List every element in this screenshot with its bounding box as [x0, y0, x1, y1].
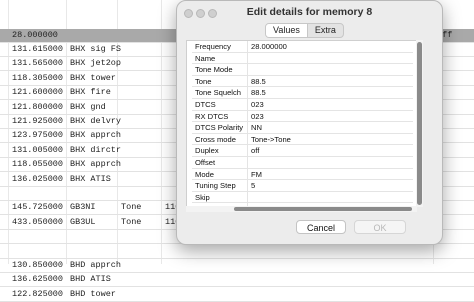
property-row[interactable]: Duplex off [187, 145, 416, 157]
property-value[interactable] [248, 64, 413, 76]
row-name: BHX ATIS [70, 173, 111, 184]
row-name: BHX dirctr [70, 144, 122, 155]
edit-memory-dialog: Edit details for memory 8 Values Extra F… [176, 0, 443, 245]
property-row[interactable]: Tone Mode [187, 64, 416, 76]
row-frequency: 121.600000 [12, 87, 64, 98]
row-name: GB3NI [70, 202, 96, 213]
memory-row[interactable]: 130.850000 BHD apprch [0, 259, 474, 273]
row-tone-mode: Tone [121, 216, 142, 227]
property-row[interactable]: Tone 88.5 [187, 75, 416, 88]
property-row[interactable]: DTCS Polarity NN [187, 122, 416, 134]
property-name: Tuning Step [192, 180, 248, 192]
property-row[interactable]: DTCS 023 [187, 99, 416, 111]
property-value[interactable]: off [248, 145, 413, 157]
row-name: BHD ATIS [70, 274, 111, 285]
property-name: Skip [192, 191, 248, 204]
vertical-scrollbar[interactable] [416, 40, 423, 207]
property-value[interactable] [248, 192, 413, 204]
property-row[interactable]: Tone Squelch 88.5 [187, 87, 416, 99]
property-value[interactable] [248, 157, 413, 169]
property-value[interactable]: 5 [248, 180, 413, 192]
property-name: Cross mode [192, 133, 248, 146]
row-name: BHX jet2op [70, 58, 122, 69]
row-name: BHX apprch [70, 159, 122, 170]
cancel-button[interactable]: Cancel [296, 220, 346, 234]
row-name: BHX gnd [70, 101, 106, 112]
property-row[interactable]: RX DTCS 023 [187, 110, 416, 123]
memory-row[interactable]: 122.825000 BHD tower [0, 288, 474, 302]
property-name: Duplex [192, 145, 248, 157]
property-value[interactable]: 023 [248, 111, 413, 123]
row-frequency: 118.305000 [12, 72, 64, 83]
property-name: DTCS [192, 99, 248, 111]
property-name: Tone [192, 75, 248, 88]
property-value[interactable]: 28.000000 [248, 41, 413, 53]
property-name: DTCS Polarity [192, 122, 248, 134]
properties-table: Frequency 28.000000 Name Tone Mode Tone 88.5 T… [186, 40, 417, 209]
row-frequency: 130.850000 [12, 260, 64, 270]
row-name: BHX sig FS [70, 44, 122, 54]
property-value[interactable] [248, 53, 413, 65]
tab-values[interactable]: Values [266, 24, 308, 37]
property-row[interactable]: Offset [187, 157, 416, 169]
horizontal-scroll-thumb[interactable] [234, 207, 412, 211]
property-name: Offset [192, 157, 248, 169]
row-name: BHD apprch [70, 260, 122, 270]
row-name: BHX fire [70, 87, 111, 98]
row-name: BHX apprch [70, 130, 122, 141]
row-frequency: 121.800000 [12, 101, 64, 112]
dialog-title: Edit details for memory 8 [246, 6, 373, 18]
row-frequency: 122.825000 [12, 288, 64, 299]
property-name: Tone Mode [192, 64, 248, 76]
memory-row[interactable]: 136.625000 BHD ATIS [0, 273, 474, 288]
row-frequency: 28.000000 [12, 30, 58, 40]
property-row[interactable]: Skip [187, 191, 416, 204]
property-value[interactable]: Tone->Tone [248, 134, 413, 146]
property-row[interactable]: Mode FM [187, 168, 416, 181]
tab-bar: Values Extra [265, 23, 344, 38]
horizontal-scrollbar[interactable] [186, 206, 417, 212]
row-name: BHX tower [70, 72, 116, 83]
tab-extra[interactable]: Extra [308, 24, 343, 37]
row-frequency: 131.005000 [12, 144, 64, 155]
row-frequency: 131.565000 [12, 58, 64, 69]
memory-row[interactable] [0, 245, 474, 259]
ok-button[interactable]: OK [354, 220, 406, 234]
property-value[interactable]: 023 [248, 99, 413, 111]
row-frequency: 136.025000 [12, 173, 64, 184]
property-row[interactable]: Tuning Step 5 [187, 180, 416, 192]
row-frequency: 136.625000 [12, 274, 64, 285]
property-name: Name [192, 52, 248, 65]
row-frequency: 118.055000 [12, 159, 64, 170]
property-value[interactable]: 88.5 [248, 87, 413, 99]
property-name: Frequency [192, 41, 248, 53]
property-name: Tone Squelch [192, 87, 248, 99]
property-row[interactable]: Cross mode Tone->Tone [187, 133, 416, 146]
row-name: BHX delvry [70, 116, 122, 126]
row-frequency: 145.725000 [12, 202, 64, 213]
row-name: BHD tower [70, 288, 116, 299]
property-value[interactable]: 88.5 [248, 76, 413, 88]
property-row[interactable]: Frequency 28.000000 [187, 41, 416, 53]
row-tone-mode: Tone [121, 202, 142, 213]
property-name: Mode [192, 168, 248, 181]
property-name: RX DTCS [192, 110, 248, 123]
property-row[interactable]: Name [187, 52, 416, 65]
row-frequency: 131.615000 [12, 44, 64, 54]
row-frequency: 121.925000 [12, 116, 64, 126]
vertical-scroll-thumb[interactable] [417, 42, 422, 205]
row-frequency: 123.975000 [12, 130, 64, 141]
property-value[interactable]: NN [248, 122, 413, 134]
row-name: GB3UL [70, 216, 96, 227]
property-value[interactable]: FM [248, 169, 413, 181]
row-frequency: 433.050000 [12, 216, 64, 227]
